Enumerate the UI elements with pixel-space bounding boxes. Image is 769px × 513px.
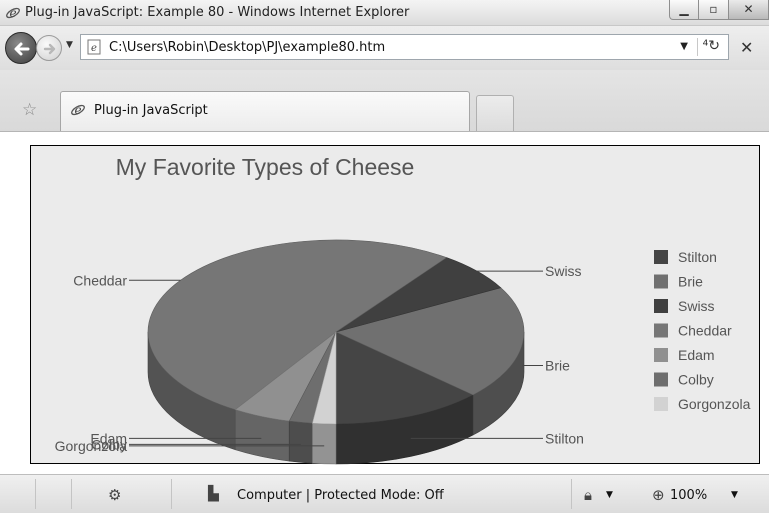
- maximize-icon: ▫: [709, 2, 718, 16]
- legend-swatch-colby: [654, 372, 668, 387]
- slice-label-swiss: Swiss: [545, 263, 582, 279]
- chart-legend: Stilton Brie Swiss Cheddar Edam Colby Gorgonzo…: [654, 249, 751, 412]
- minimize-button[interactable]: ▁: [669, 0, 699, 20]
- status-bar: ⚙ ▙ Computer | Protected Mode: Off 🔒︎ ▼ …: [0, 474, 769, 513]
- recent-pages-dropdown[interactable]: ▼: [66, 40, 76, 54]
- ie-logo-icon: e: [6, 6, 20, 20]
- svg-text:e: e: [74, 103, 81, 117]
- navigation-bar: ▼ e C:\Users\Robin\Desktop\PJ\example80.…: [0, 26, 769, 70]
- svg-text:e: e: [91, 43, 97, 54]
- forward-arrow-icon: [43, 43, 56, 55]
- address-dropdown-icon[interactable]: ▼: [680, 41, 688, 52]
- status-cell: [72, 479, 172, 509]
- legend-label-cheddar: Cheddar: [678, 323, 732, 339]
- address-url[interactable]: C:\Users\Robin\Desktop\PJ\example80.htm: [109, 40, 385, 55]
- pie-side-gorgonzola: [312, 422, 337, 465]
- tab-label: Plug-in JavaScript: [94, 103, 208, 118]
- legend-label-edam: Edam: [678, 347, 715, 363]
- back-arrow-icon: [14, 42, 30, 56]
- legend-label-gorgonzola: Gorgonzola: [678, 396, 751, 412]
- window-title-bar: e Plug-in JavaScript: Example 80 - Windo…: [0, 0, 769, 26]
- window-controls: ▁ ▫ ✕: [669, 0, 769, 20]
- minimize-icon: ▁: [679, 2, 689, 16]
- legend-swatch-edam: [654, 348, 668, 362]
- legend-label-swiss: Swiss: [678, 298, 715, 314]
- forward-button[interactable]: [36, 35, 62, 61]
- refresh-icon[interactable]: ⁴↻: [703, 38, 720, 54]
- back-button[interactable]: [5, 32, 37, 64]
- protected-mode-dropdown[interactable]: ▼: [606, 490, 613, 500]
- legend-label-brie: Brie: [678, 274, 703, 290]
- status-cell: [172, 479, 572, 509]
- close-button[interactable]: ✕: [729, 0, 769, 20]
- zoom-icon: ⊕: [652, 486, 665, 504]
- chart-title: My Favorite Types of Cheese: [116, 154, 415, 180]
- tab-plug-in-javascript[interactable]: e Plug-in JavaScript: [60, 91, 470, 131]
- svg-text:e: e: [9, 6, 16, 20]
- close-icon: ✕: [743, 2, 754, 16]
- zoom-level[interactable]: 100%: [670, 488, 707, 503]
- favorites-star-icon[interactable]: ☆: [22, 100, 37, 120]
- chart-frame: My Favorite Types of Cheese Stilton Brie S…: [30, 145, 760, 465]
- zoom-dropdown[interactable]: ▼: [731, 490, 738, 500]
- address-separator: [697, 38, 698, 56]
- legend-label-stilton: Stilton: [678, 249, 717, 265]
- tab-bar: ☆ e Plug-in JavaScript: [0, 70, 769, 132]
- legend-swatch-gorgonzola: [654, 397, 668, 411]
- pie-slices: [147, 239, 525, 425]
- legend-swatch-cheddar: [654, 323, 668, 338]
- status-cell: [36, 479, 72, 509]
- protected-mode-icon[interactable]: 🔒︎: [584, 486, 592, 504]
- stop-icon[interactable]: ✕: [740, 38, 753, 57]
- address-bar[interactable]: e C:\Users\Robin\Desktop\PJ\example80.ht…: [80, 34, 729, 60]
- pie-side-colby: [288, 420, 313, 464]
- slice-label-brie: Brie: [545, 358, 570, 374]
- legend-swatch-stilton: [654, 250, 668, 264]
- status-cell: [0, 479, 36, 509]
- slice-label-gorgonzola: Gorgonzola: [55, 438, 128, 454]
- pie-chart: My Favorite Types of Cheese StiltonBrieS…: [55, 154, 751, 465]
- legend-label-colby: Colby: [678, 372, 714, 388]
- slice-label-stilton: Stilton: [545, 430, 584, 446]
- page-content: My Favorite Types of Cheese Stilton Brie S…: [0, 132, 769, 474]
- ie-logo-icon: e: [71, 103, 85, 117]
- legend-swatch-swiss: [654, 299, 668, 313]
- window-title: Plug-in JavaScript: Example 80 - Windows…: [25, 5, 410, 20]
- maximize-button[interactable]: ▫: [699, 0, 729, 20]
- legend-swatch-brie: [654, 274, 668, 289]
- slice-label-cheddar: Cheddar: [73, 272, 127, 288]
- ie-page-icon: e: [87, 39, 101, 55]
- new-tab-button[interactable]: [476, 95, 514, 131]
